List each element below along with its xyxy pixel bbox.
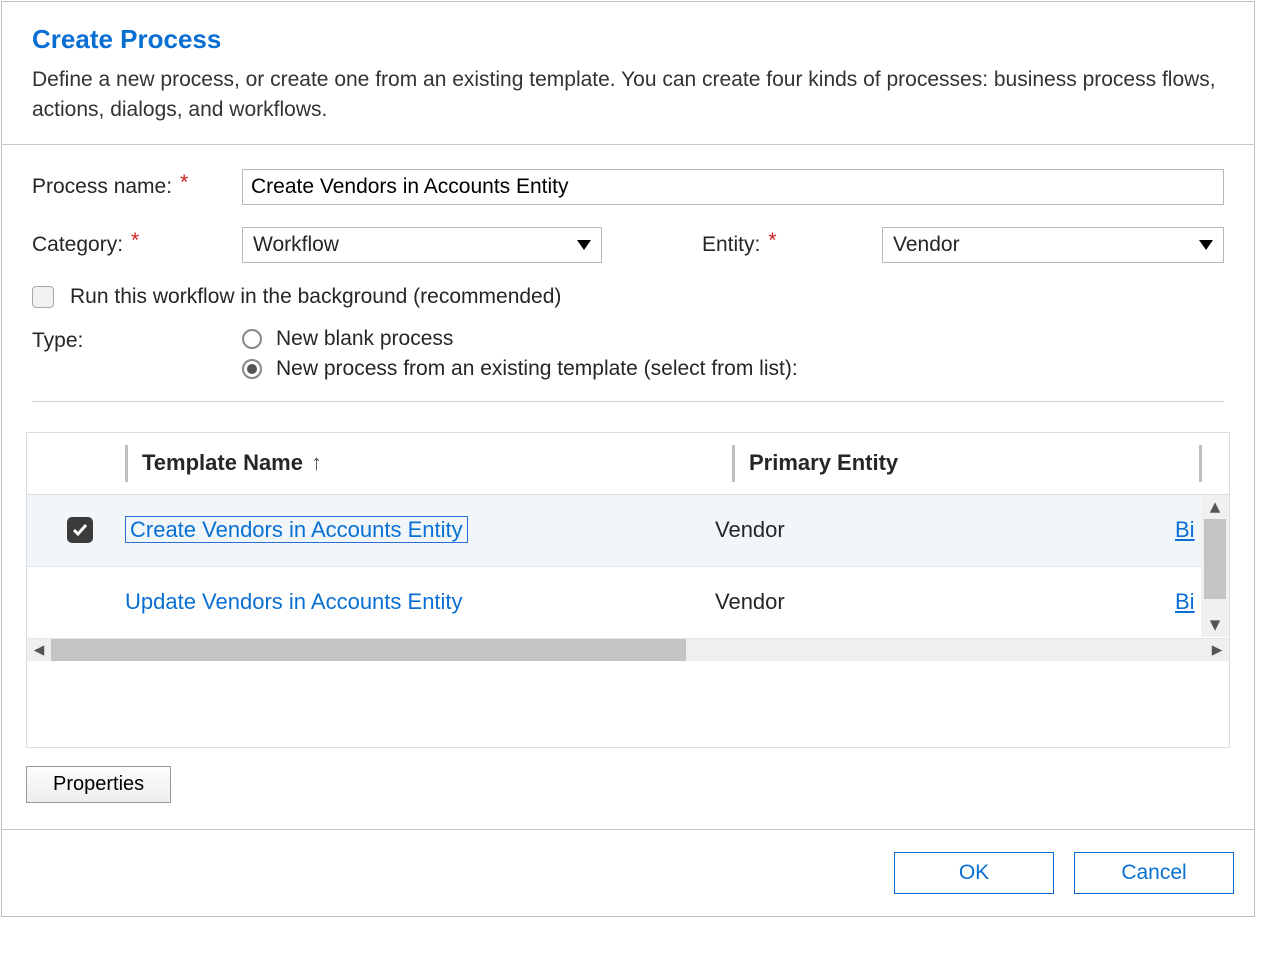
dialog-header: Create Process Define a new process, or … (2, 2, 1254, 145)
template-grid: Template Name ↑ Primary Entity Create Ve… (26, 432, 1230, 748)
dialog-title: Create Process (32, 24, 1224, 55)
scroll-up-icon[interactable]: ▴ (1201, 495, 1229, 519)
row-checkbox[interactable] (67, 517, 93, 543)
grid-empty-area (27, 661, 1229, 747)
sort-asc-icon: ↑ (311, 450, 322, 476)
type-label: Type: (32, 327, 242, 387)
template-name-cell[interactable]: Update Vendors in Accounts Entity (125, 589, 715, 615)
type-radio-blank[interactable] (242, 329, 262, 349)
vertical-scrollbar[interactable]: ▴ ▾ (1201, 495, 1229, 637)
primary-entity-cell: Vendor (715, 589, 1175, 615)
background-label: Run this workflow in the background (rec… (70, 285, 561, 309)
category-select[interactable]: Workflow (242, 227, 602, 263)
dialog-description: Define a new process, or create one from… (32, 65, 1224, 126)
required-icon: * (768, 229, 776, 253)
required-icon: * (180, 171, 188, 195)
properties-button[interactable]: Properties (26, 766, 171, 803)
entity-label: Entity:* (702, 233, 882, 257)
primary-entity-cell: Vendor (715, 517, 1175, 543)
process-name-label: Process name:* (32, 175, 242, 199)
background-checkbox[interactable] (32, 286, 54, 308)
scroll-down-icon[interactable]: ▾ (1201, 613, 1229, 637)
template-name-cell[interactable]: Create Vendors in Accounts Entity (125, 517, 715, 543)
table-row[interactable]: Update Vendors in Accounts Entity Vendor… (27, 567, 1229, 639)
create-process-dialog: Create Process Define a new process, or … (1, 1, 1255, 917)
column-resize-handle[interactable] (1199, 445, 1202, 482)
chevron-down-icon (577, 240, 591, 250)
type-option-template-label: New process from an existing template (s… (276, 357, 798, 381)
required-icon: * (131, 229, 139, 253)
dialog-footer: OK Cancel (2, 829, 1254, 916)
scroll-left-icon[interactable]: ◂ (27, 637, 51, 662)
col-header-entity[interactable]: Primary Entity (749, 450, 1199, 476)
process-name-input[interactable] (242, 169, 1224, 205)
chevron-down-icon (1199, 240, 1213, 250)
cancel-button[interactable]: Cancel (1074, 852, 1234, 894)
horizontal-scrollbar[interactable]: ◂ ▸ (27, 639, 1229, 661)
ok-button[interactable]: OK (894, 852, 1054, 894)
col-header-template[interactable]: Template Name ↑ (142, 450, 732, 476)
grid-header: Template Name ↑ Primary Entity (27, 433, 1229, 495)
category-label: Category:* (32, 233, 242, 257)
type-option-blank-label: New blank process (276, 327, 453, 351)
scroll-right-icon[interactable]: ▸ (1205, 637, 1229, 662)
grid-body: Create Vendors in Accounts Entity Vendor… (27, 495, 1229, 661)
type-radio-template[interactable] (242, 359, 262, 379)
separator (32, 401, 1224, 402)
column-resize-handle[interactable] (732, 445, 735, 482)
form-area: Process name:* Category:* Workflow Entit… (2, 145, 1254, 412)
table-row[interactable]: Create Vendors in Accounts Entity Vendor… (27, 495, 1229, 567)
entity-select[interactable]: Vendor (882, 227, 1224, 263)
column-resize-handle[interactable] (125, 445, 128, 482)
